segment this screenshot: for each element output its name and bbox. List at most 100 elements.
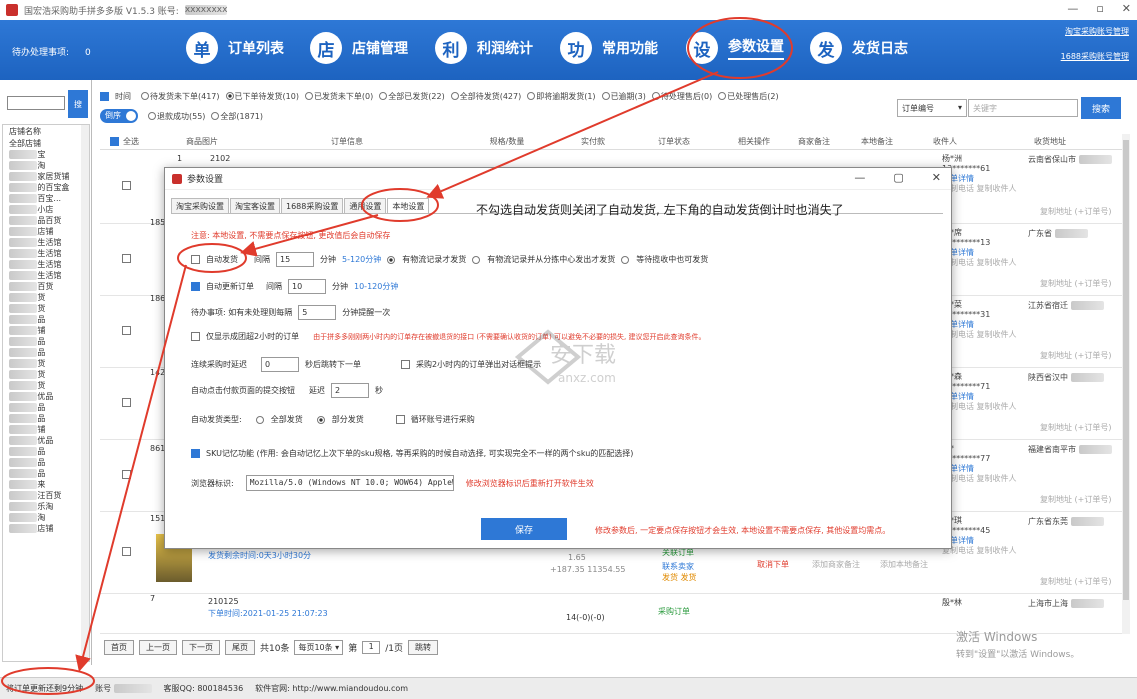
filter-radio[interactable]: 待处理售后(0): [651, 91, 712, 102]
dialog-close-icon[interactable]: ✕: [932, 171, 941, 184]
shop-item[interactable]: xxxxxx优品: [3, 435, 89, 446]
shop-item[interactable]: xxxxxx货: [3, 369, 89, 380]
table-scrollbar-thumb[interactable]: [1123, 140, 1129, 600]
filter-radio[interactable]: 已逾期(3): [601, 91, 646, 102]
close-icon[interactable]: ✕: [1122, 2, 1131, 15]
filter-radio[interactable]: 退款成功(55): [148, 111, 205, 122]
shop-item[interactable]: xxxxxx百宝...: [3, 193, 89, 204]
next-page-button[interactable]: 下一页: [182, 640, 220, 655]
shop-item[interactable]: xxxxxx品: [3, 347, 89, 358]
shop-item[interactable]: xxxxxx品: [3, 314, 89, 325]
auto-ship-checkbox[interactable]: [191, 255, 200, 264]
shop-item[interactable]: xxxxxx来: [3, 479, 89, 490]
add-merchant-note[interactable]: 添加商家备注: [812, 559, 860, 570]
browser-ua-select[interactable]: Mozilla/5.0 (Windows NT 10.0; WOW64) App…: [245, 475, 454, 491]
shop-item[interactable]: xxxxxx货: [3, 358, 89, 369]
copy-phone-recipient[interactable]: 复制电话 复制收件人: [942, 474, 1017, 484]
row-checkbox[interactable]: [122, 470, 131, 479]
search-field-select[interactable]: 订单编号 ▾: [897, 99, 967, 117]
prev-page-button[interactable]: 上一页: [139, 640, 177, 655]
radio-circle[interactable]: [211, 112, 220, 120]
shop-item[interactable]: xxxxxx的百宝盒: [3, 182, 89, 193]
copy-address-link[interactable]: 复制地址 (+订单号): [1040, 576, 1112, 587]
radio-circle[interactable]: [304, 92, 313, 100]
page-number-input[interactable]: 1: [362, 641, 381, 654]
first-page-button[interactable]: 首页: [104, 640, 134, 655]
filter-radio[interactable]: 已下单待发货(10): [225, 91, 299, 102]
shop-item[interactable]: xxxxxx淘: [3, 160, 89, 171]
order-detail-link[interactable]: 订单详情: [942, 248, 1017, 258]
maximize-icon[interactable]: ▫: [1096, 2, 1103, 15]
filter-radio[interactable]: 待发货未下单(417): [141, 91, 220, 102]
copy-address-link[interactable]: 复制地址 (+订单号): [1040, 494, 1112, 505]
copy-phone-recipient[interactable]: 复制电话 复制收件人: [942, 184, 1017, 194]
ship-type-partial-radio[interactable]: [316, 415, 325, 424]
nav-profit-stats[interactable]: 利 利润统计: [435, 32, 533, 64]
shop-item[interactable]: xxxxxx店铺: [3, 226, 89, 237]
shop-item[interactable]: xxxxxx生活馆: [3, 259, 89, 270]
nav-settings[interactable]: 设 参数设置: [686, 32, 784, 64]
search-button[interactable]: 搜索: [1081, 97, 1121, 119]
shop-item[interactable]: xxxxxx货: [3, 303, 89, 314]
filter-radio[interactable]: 全部(1871): [211, 111, 263, 122]
order-detail-link[interactable]: 订单详情: [942, 464, 1017, 474]
keyword-input[interactable]: 关键字: [968, 99, 1078, 117]
shop-item[interactable]: xxxxxx生活馆: [3, 248, 89, 259]
shop-item[interactable]: xxxxxx宝: [3, 149, 89, 160]
radio-circle[interactable]: [651, 92, 660, 100]
ship-opt-pickup-radio[interactable]: [621, 255, 630, 264]
tab-taobaoke[interactable]: 淘宝客设置: [230, 198, 280, 213]
radio-circle[interactable]: [148, 112, 156, 120]
table-scrollbar[interactable]: [1122, 134, 1130, 634]
minimize-icon[interactable]: —: [1067, 2, 1078, 15]
shop-item[interactable]: xxxxxx优品: [3, 391, 89, 402]
row-checkbox[interactable]: [122, 398, 131, 407]
auto-submit-delay-input[interactable]: 2: [331, 383, 369, 398]
auto-update-checkbox[interactable]: [191, 282, 200, 291]
nav-common-functions[interactable]: 功 常用功能: [560, 32, 658, 64]
copy-phone-recipient[interactable]: 复制电话 复制收件人: [942, 402, 1017, 412]
shop-item[interactable]: xxxxxx货: [3, 292, 89, 303]
shop-item[interactable]: xxxxxx汪百货: [3, 490, 89, 501]
shop-item[interactable]: xxxxxx品: [3, 413, 89, 424]
two-hour-prompt-checkbox[interactable]: [401, 360, 410, 369]
per-page-select[interactable]: 每页10条 ▾: [294, 640, 344, 655]
dialog-maximize-icon[interactable]: ▢: [893, 171, 903, 184]
shop-item[interactable]: xxxxxx生活馆: [3, 237, 89, 248]
copy-phone-recipient[interactable]: 复制电话 复制收件人: [942, 546, 1017, 556]
auto-ship-interval-input[interactable]: 15: [276, 252, 314, 267]
dialog-minimize-icon[interactable]: —: [854, 171, 865, 184]
nav-order-list[interactable]: 单 订单列表: [186, 32, 284, 64]
purchase-delay-input[interactable]: 0: [261, 357, 299, 372]
save-button[interactable]: 保存: [481, 518, 567, 540]
shop-search-button[interactable]: 搜: [68, 90, 88, 118]
time-checkbox[interactable]: [100, 91, 109, 101]
shop-item[interactable]: xxxxxx货: [3, 380, 89, 391]
order-detail-link[interactable]: 订单详情: [942, 536, 1017, 546]
radio-circle[interactable]: [527, 92, 536, 100]
tab-1688-purchase[interactable]: 1688采购设置: [281, 198, 344, 213]
tab-local-settings[interactable]: 本地设置: [387, 198, 430, 214]
radio-circle[interactable]: [718, 92, 727, 100]
add-local-note[interactable]: 添加本地备注: [880, 559, 928, 570]
shop-item[interactable]: xxxxxx品: [3, 457, 89, 468]
tab-general[interactable]: 通用设置: [344, 198, 387, 213]
shop-item[interactable]: xxxxxx品: [3, 336, 89, 347]
nav-ship-log[interactable]: 发 发货日志: [810, 32, 908, 64]
radio-circle[interactable]: [141, 92, 149, 100]
order-detail-link[interactable]: 订单详情: [942, 174, 1017, 184]
copy-address-link[interactable]: 复制地址 (+订单号): [1040, 350, 1112, 361]
tab-taobao-purchase[interactable]: 淘宝采购设置: [171, 198, 229, 213]
copy-phone-recipient[interactable]: 复制电话 复制收件人: [942, 330, 1017, 340]
radio-circle[interactable]: [450, 92, 459, 100]
radio-circle[interactable]: [379, 92, 388, 100]
shop-item[interactable]: xxxxxx乐淘: [3, 501, 89, 512]
filter-radio[interactable]: 即将逾期发货(1): [527, 91, 596, 102]
shop-item[interactable]: xxxxxx品百货: [3, 215, 89, 226]
shop-item[interactable]: xxxxxx淘: [3, 512, 89, 523]
shop-item[interactable]: xxxxxx百货: [3, 281, 89, 292]
shop-list-scrollbar[interactable]: [81, 125, 89, 661]
row-checkbox[interactable]: [122, 547, 131, 556]
filter-radio[interactable]: 已处理售后(2): [718, 91, 779, 102]
radio-circle[interactable]: [225, 92, 234, 100]
